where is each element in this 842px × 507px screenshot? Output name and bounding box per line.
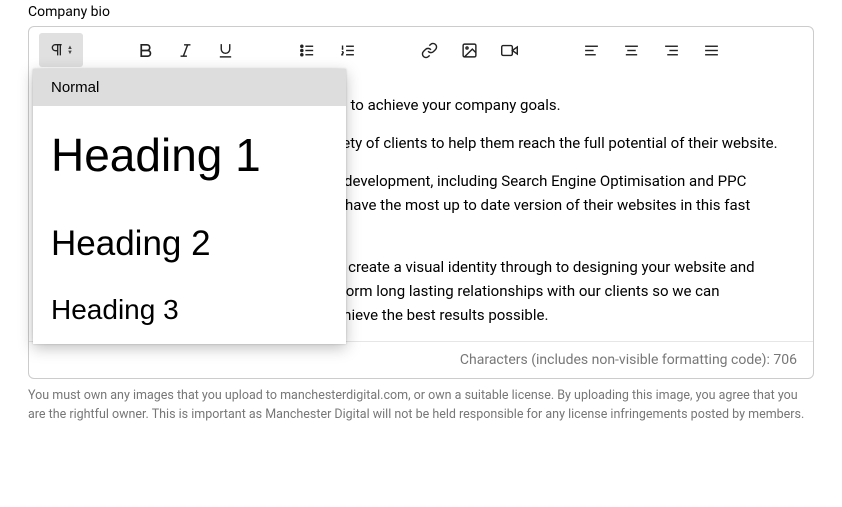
character-count-label: Characters (includes non-visible formatt… <box>460 352 773 368</box>
character-count-value: 706 <box>773 352 797 368</box>
underline-icon <box>217 42 234 59</box>
align-left-icon <box>583 42 600 59</box>
bullet-list-icon <box>299 42 316 59</box>
dropdown-item-heading2[interactable]: Heading 2 <box>33 206 346 284</box>
caret-up-down-icon: ▲▼ <box>67 45 73 55</box>
dropdown-item-normal[interactable]: Normal <box>33 69 346 106</box>
paragraph-format-button[interactable]: ▲▼ <box>39 33 83 67</box>
insert-link-button[interactable] <box>409 33 449 67</box>
rich-text-editor: ▲▼ <box>28 26 814 379</box>
numbered-list-icon <box>339 42 356 59</box>
bold-icon <box>137 42 154 59</box>
align-justify-button[interactable] <box>691 33 731 67</box>
insert-video-button[interactable] <box>489 33 529 67</box>
underline-button[interactable] <box>205 33 245 67</box>
align-center-icon <box>623 42 640 59</box>
dropdown-item-heading1[interactable]: Heading 1 <box>33 106 346 206</box>
insert-image-button[interactable] <box>449 33 489 67</box>
paragraph-format-dropdown: Normal Heading 1 Heading 2 Heading 3 <box>33 69 346 344</box>
unordered-list-button[interactable] <box>287 33 327 67</box>
video-icon <box>501 42 518 59</box>
align-right-icon <box>663 42 680 59</box>
pilcrow-icon <box>49 42 65 58</box>
ordered-list-button[interactable] <box>327 33 367 67</box>
italic-button[interactable] <box>165 33 205 67</box>
link-icon <box>421 42 438 59</box>
align-right-button[interactable] <box>651 33 691 67</box>
bold-button[interactable] <box>125 33 165 67</box>
editor-footer: Characters (includes non-visible formatt… <box>29 341 813 378</box>
align-left-button[interactable] <box>571 33 611 67</box>
italic-icon <box>177 42 194 59</box>
dropdown-item-heading3[interactable]: Heading 3 <box>33 284 346 326</box>
upload-disclaimer: You must own any images that you upload … <box>28 387 814 425</box>
field-label: Company bio <box>28 4 814 20</box>
align-center-button[interactable] <box>611 33 651 67</box>
image-icon <box>461 42 478 59</box>
editor-toolbar: ▲▼ <box>29 27 813 73</box>
align-justify-icon <box>703 42 720 59</box>
